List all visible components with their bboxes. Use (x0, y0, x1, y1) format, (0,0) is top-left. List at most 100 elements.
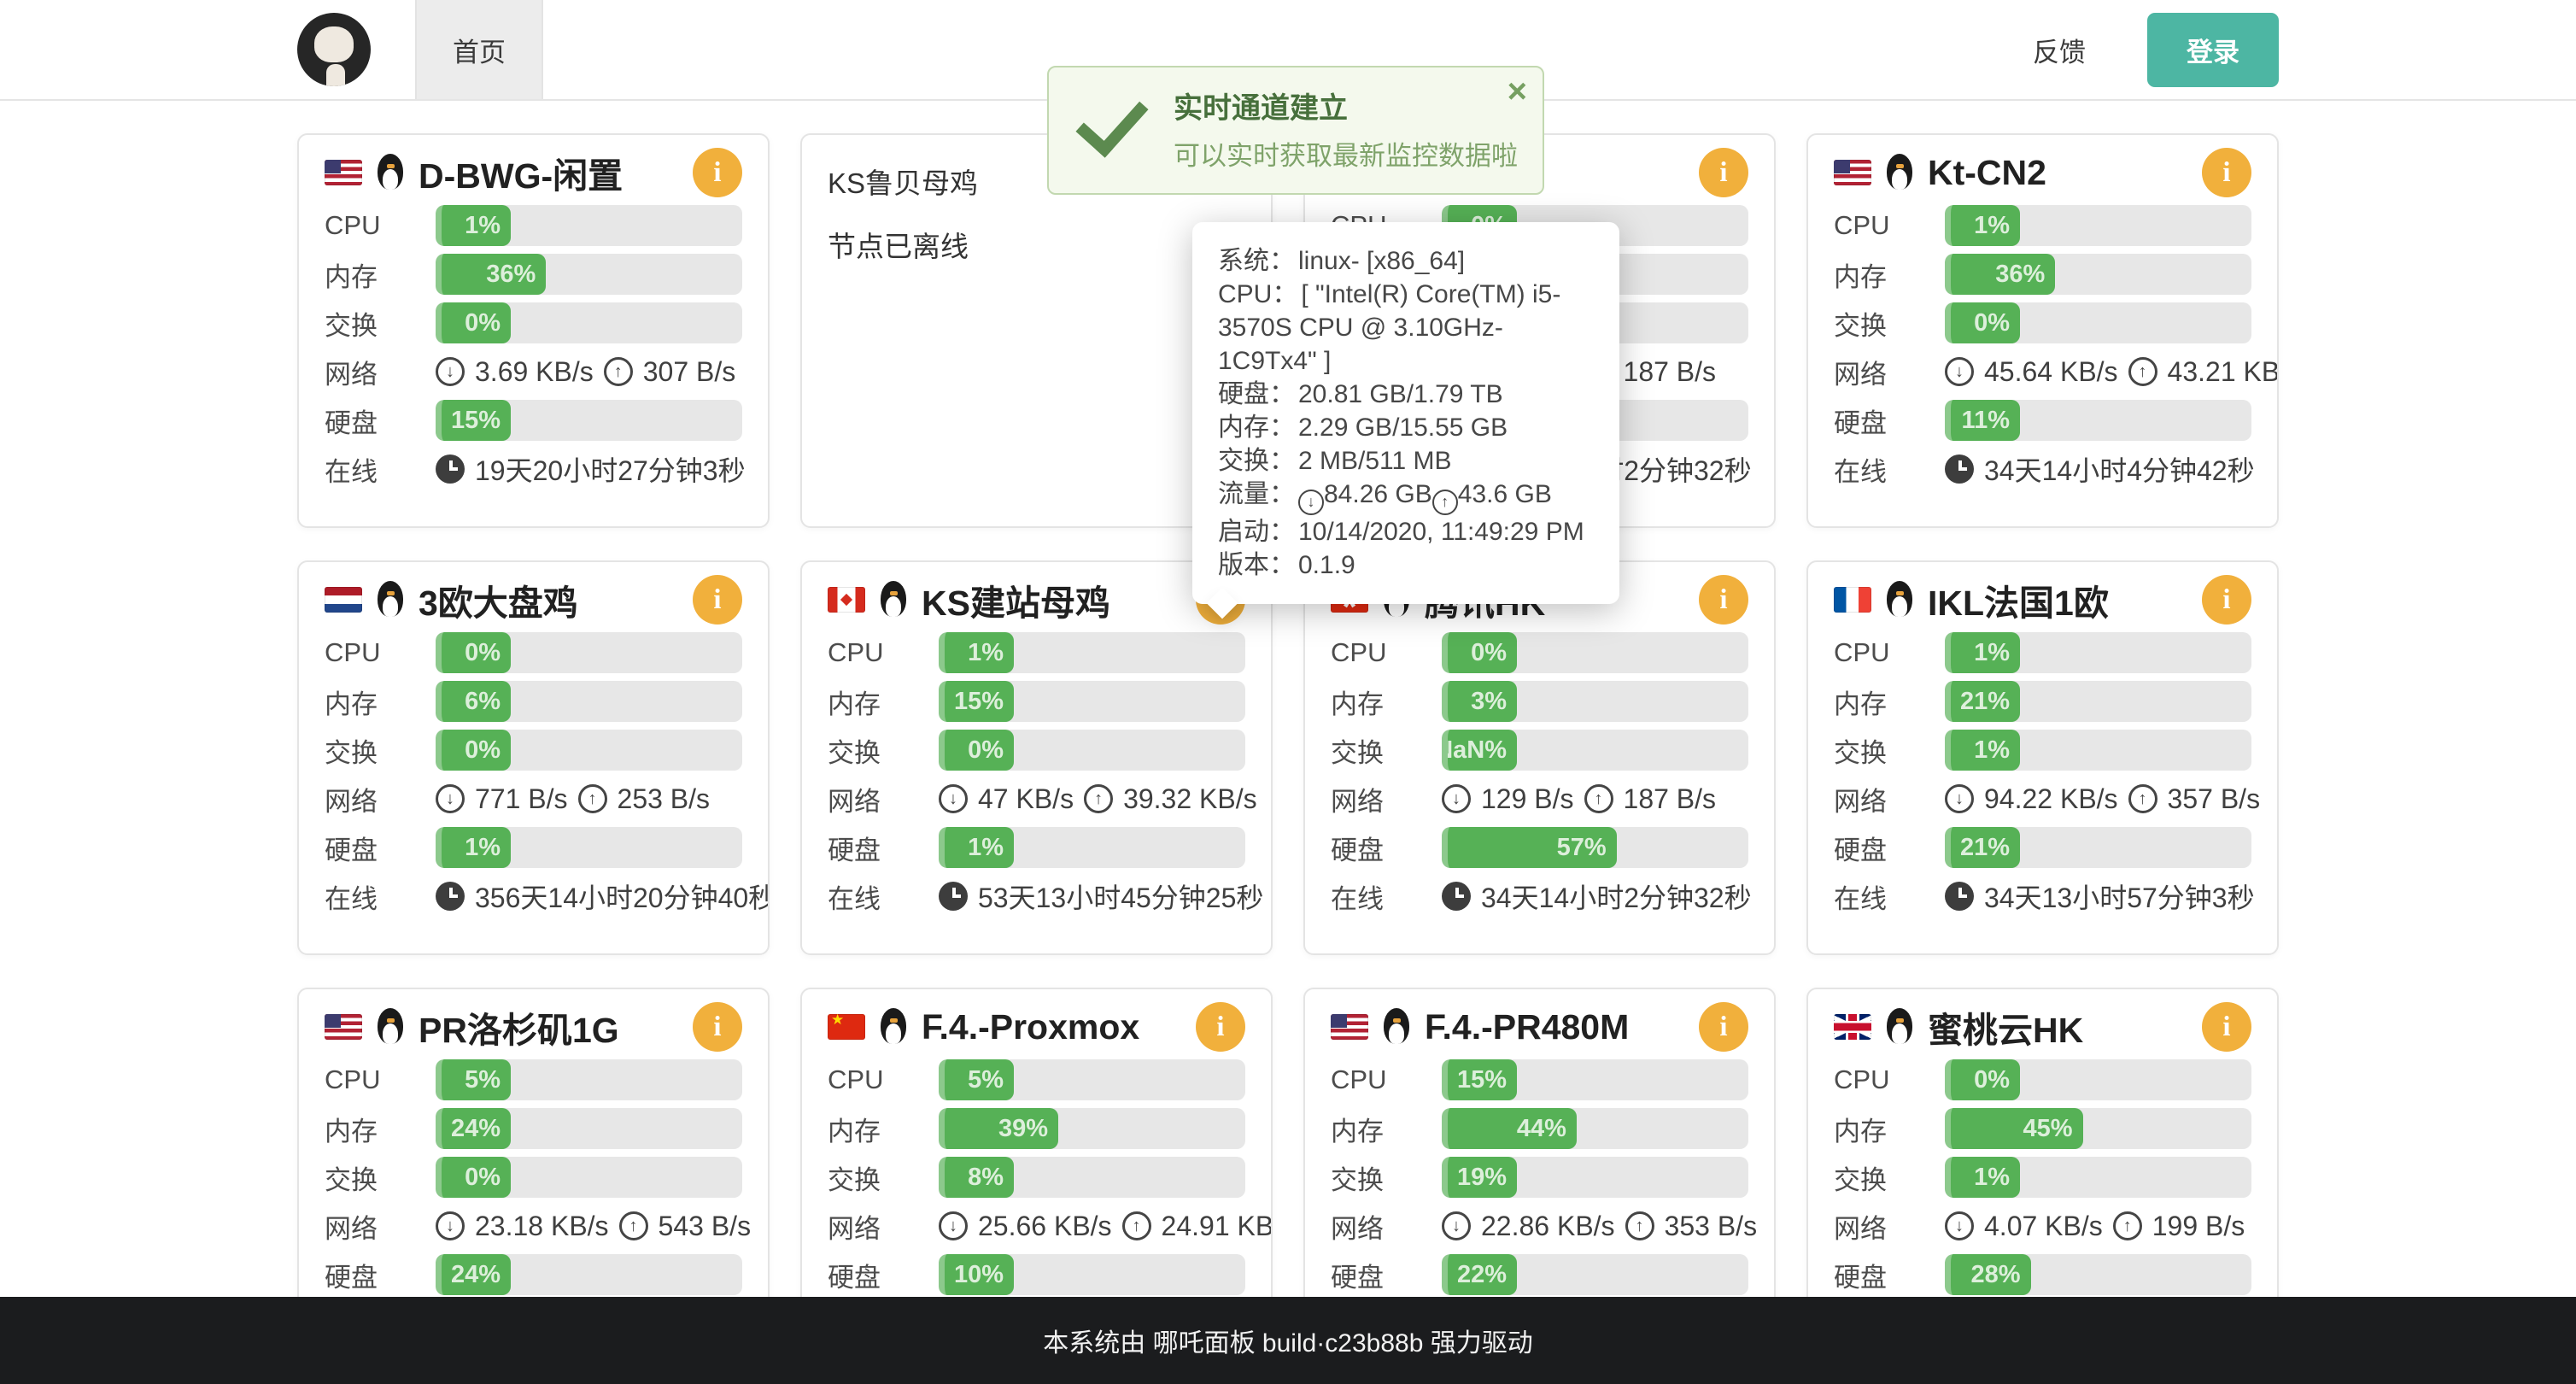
info-icon[interactable]: i (693, 575, 742, 625)
download-icon: ↓ (1945, 784, 1974, 813)
info-icon[interactable]: i (693, 148, 742, 197)
cpu-usage-bar: 0% (1945, 1059, 2251, 1100)
info-icon[interactable]: i (2202, 575, 2251, 625)
penguin-beak (387, 591, 395, 595)
swap-usage-value: 0% (465, 1164, 501, 1192)
upload-icon: ↑ (2128, 784, 2157, 813)
disk-usage-value: 11% (1962, 407, 2010, 435)
info-icon[interactable]: i (2202, 1002, 2251, 1052)
memory-usage-fill: 15% (939, 681, 1014, 722)
server-info-tooltip: 系统：linux- [x86_64]CPU：[ "Intel(R) Core(T… (1192, 222, 1619, 604)
stat-row-swap: 交换19% (1331, 1157, 1748, 1198)
tab-home-label: 首页 (453, 31, 506, 69)
memory-usage-bar: 15% (939, 681, 1245, 722)
memory-usage-bar: 24% (436, 1108, 742, 1149)
stat-row-swap: 交换0% (828, 730, 1245, 771)
clock-icon (939, 882, 968, 911)
stat-label-disk: 硬盘 (325, 829, 436, 867)
memory-usage-bar: 39% (939, 1108, 1245, 1149)
cpu-usage-value: 5% (968, 1066, 1004, 1094)
feedback-link[interactable]: 反馈 (2033, 31, 2086, 69)
info-icon[interactable]: i (693, 1002, 742, 1052)
stat-label-disk: 硬盘 (325, 1256, 436, 1294)
network-value: ↓23.18 KB/s↑543 B/s (436, 1211, 751, 1242)
server-card-title: 蜜桃云HKi (1834, 1003, 2251, 1051)
swap-usage-value: NaN% (1442, 736, 1507, 765)
stat-label-memory: 内存 (325, 255, 436, 294)
disk-usage-bar: 21% (1945, 827, 2251, 868)
stat-row-swap: 交换 0% (325, 1157, 742, 1198)
stat-row-online: 在线19天20小时27分钟3秒 (325, 449, 742, 490)
close-icon[interactable]: × (1508, 73, 1527, 110)
stat-label-swap: 交换 (828, 1158, 939, 1197)
swap-usage-fill: 0% (939, 730, 1014, 771)
stat-row-network: 网络↓47 KB/s↑39.32 KB/s (828, 778, 1245, 819)
stat-label-cpu: CPU (1331, 1064, 1442, 1095)
login-button[interactable]: 登录 (2147, 13, 2279, 87)
stat-row-disk: 硬盘15% (325, 400, 742, 441)
stat-label-memory: 内存 (325, 1110, 436, 1148)
disk-usage-bar: 57% (1442, 827, 1748, 868)
disk-usage-value: 24% (451, 1261, 501, 1289)
download-icon: ↓ (436, 1211, 465, 1240)
cpu-usage-value: 1% (465, 212, 501, 240)
upload-icon: ↑ (1584, 784, 1613, 813)
stat-label-swap: 交换 (325, 1158, 436, 1197)
tooltip-row-label: 内存： (1218, 413, 1295, 442)
swap-usage-value: 1% (1974, 1164, 2010, 1192)
stat-label-cpu: CPU (828, 637, 939, 668)
info-icon[interactable]: i (1699, 148, 1748, 197)
flag-fr-icon (1834, 587, 1871, 613)
stat-label-memory: 内存 (1834, 683, 1945, 721)
disk-usage-bar: 22% (1442, 1254, 1748, 1295)
server-card-title: F.4.-Proxmoxi (828, 1003, 1245, 1051)
check-icon (1075, 83, 1148, 157)
penguin-beak (890, 1018, 898, 1023)
info-icon[interactable]: i (2202, 148, 2251, 197)
online-duration-value: 53天13小时45分钟25秒 (978, 877, 1263, 916)
memory-usage-value: 21% (1960, 688, 2010, 716)
toast-title: 实时通道建立 (1174, 85, 1518, 126)
stat-label-memory: 内存 (1331, 683, 1442, 721)
stat-row-disk: 硬盘10% (828, 1254, 1245, 1295)
server-name: IKL法国1欧 (1928, 574, 2109, 625)
server-card-title: F.4.-PR480Mi (1331, 1003, 1748, 1051)
stat-label-network: 网络 (325, 780, 436, 818)
memory-usage-bar: 3% (1442, 681, 1748, 722)
server-card-title: IKL法国1欧 i (1834, 576, 2251, 624)
tooltip-row-label: 交换： (1218, 447, 1295, 475)
brand-logo-octocat-icon[interactable] (297, 13, 371, 86)
swap-usage-fill: 0% (436, 1157, 511, 1198)
server-card-title: KS建站母鸡i (828, 576, 1245, 624)
memory-usage-fill: 36% (1945, 254, 2055, 295)
disk-usage-value: 1% (968, 834, 1004, 862)
stat-label-swap: 交换 (1331, 731, 1442, 770)
stat-label-memory: 内存 (1834, 1110, 1945, 1148)
swap-usage-fill: 0% (1945, 302, 2020, 343)
memory-usage-bar: 45% (1945, 1108, 2251, 1149)
info-icon[interactable]: i (1699, 1002, 1748, 1052)
disk-usage-fill: 57% (1442, 827, 1617, 868)
cpu-usage-bar: 5% (436, 1059, 742, 1100)
network-upload-value: 24.91 KB/s (1162, 1211, 1273, 1242)
swap-usage-fill: 0% (436, 730, 511, 771)
download-icon: ↓ (1945, 1211, 1974, 1240)
memory-usage-value: 45% (2023, 1115, 2073, 1143)
info-icon[interactable]: i (1699, 575, 1748, 625)
online-value: 19天20小时27分钟3秒 (436, 449, 746, 489)
server-card: KS建站母鸡iCPU1%内存15%交换0%网络↓47 KB/s↑39.32 KB… (800, 560, 1273, 955)
info-icon[interactable]: i (1196, 1002, 1245, 1052)
flag-us-icon (325, 1014, 362, 1040)
disk-usage-bar: 1% (939, 827, 1245, 868)
stat-label-cpu: CPU (1331, 637, 1442, 668)
memory-usage-fill: 24% (436, 1108, 511, 1149)
cpu-usage-value: 0% (465, 639, 501, 667)
offline-status: 节点已离线 (828, 224, 1245, 265)
disk-usage-value: 15% (451, 407, 501, 435)
tooltip-row-value: linux- [x86_64] (1298, 247, 1465, 275)
tab-home[interactable]: 首页 (415, 0, 543, 99)
memory-usage-value: 3% (1471, 688, 1507, 716)
server-name: D-BWG-闲置 (419, 147, 623, 198)
cpu-usage-bar: 1% (436, 205, 742, 246)
memory-usage-bar: 44% (1442, 1108, 1748, 1149)
